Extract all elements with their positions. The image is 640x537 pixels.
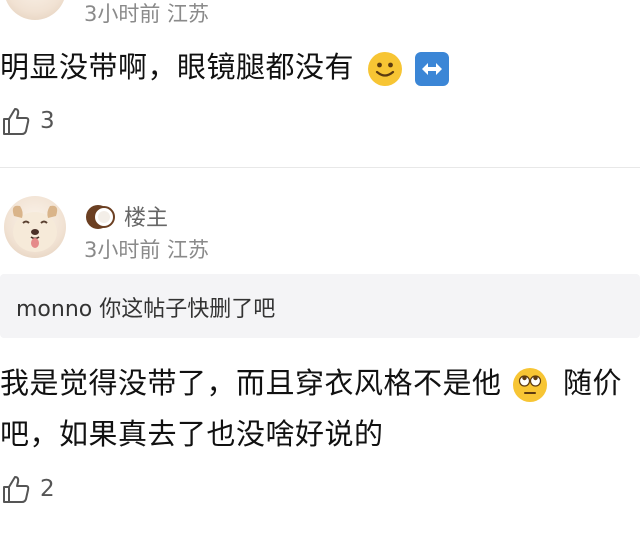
thumbs-up-icon [3,108,30,135]
avatar[interactable] [4,0,66,20]
comment-text-content: 明显没带啊，眼镜腿都没有 [0,50,355,84]
slightly-smiling-face-icon [367,52,402,86]
like-count: 3 [40,108,55,134]
quoted-reply-text: monno 你这帖子快删了吧 [16,297,276,322]
coconut-icon [86,205,115,229]
thumbs-up-icon [3,476,30,503]
like-button[interactable]: 3 [0,105,55,137]
comment-text: 明显没带啊，眼镜腿都没有 [0,44,450,86]
comment-text-overflow: 随价 [562,366,622,400]
comment-2: 楼主 3小时前 江苏 monno 你这帖子快删了吧 我是觉得没带了，而且穿衣风格… [0,168,640,537]
comment-text-content: 我是觉得没带了，而且穿衣风格不是他 [0,366,502,400]
comment-text-content: 吧，如果真去了也没啥好说的 [0,417,384,451]
user-name-row: 楼主 [84,200,168,232]
comment-meta: 3小时前 江苏 [84,2,210,26]
op-badge: 楼主 [124,206,169,231]
quoted-reply[interactable]: monno 你这帖子快删了吧 [0,274,640,338]
comment-text-line-2: 吧，如果真去了也没啥好说的 [0,411,384,453]
left-right-arrow-icon [415,52,450,86]
like-count: 2 [40,476,55,502]
face-with-rolling-eyes-icon [513,368,548,402]
avatar[interactable] [4,196,66,258]
comment-meta: 3小时前 江苏 [84,238,210,262]
like-button[interactable]: 2 [0,473,55,505]
comment-text-line-1: 我是觉得没带了，而且穿衣风格不是他 随价 [0,360,622,402]
comment-1: 3小时前 江苏 明显没带啊，眼镜腿都没有 3 [0,0,640,165]
